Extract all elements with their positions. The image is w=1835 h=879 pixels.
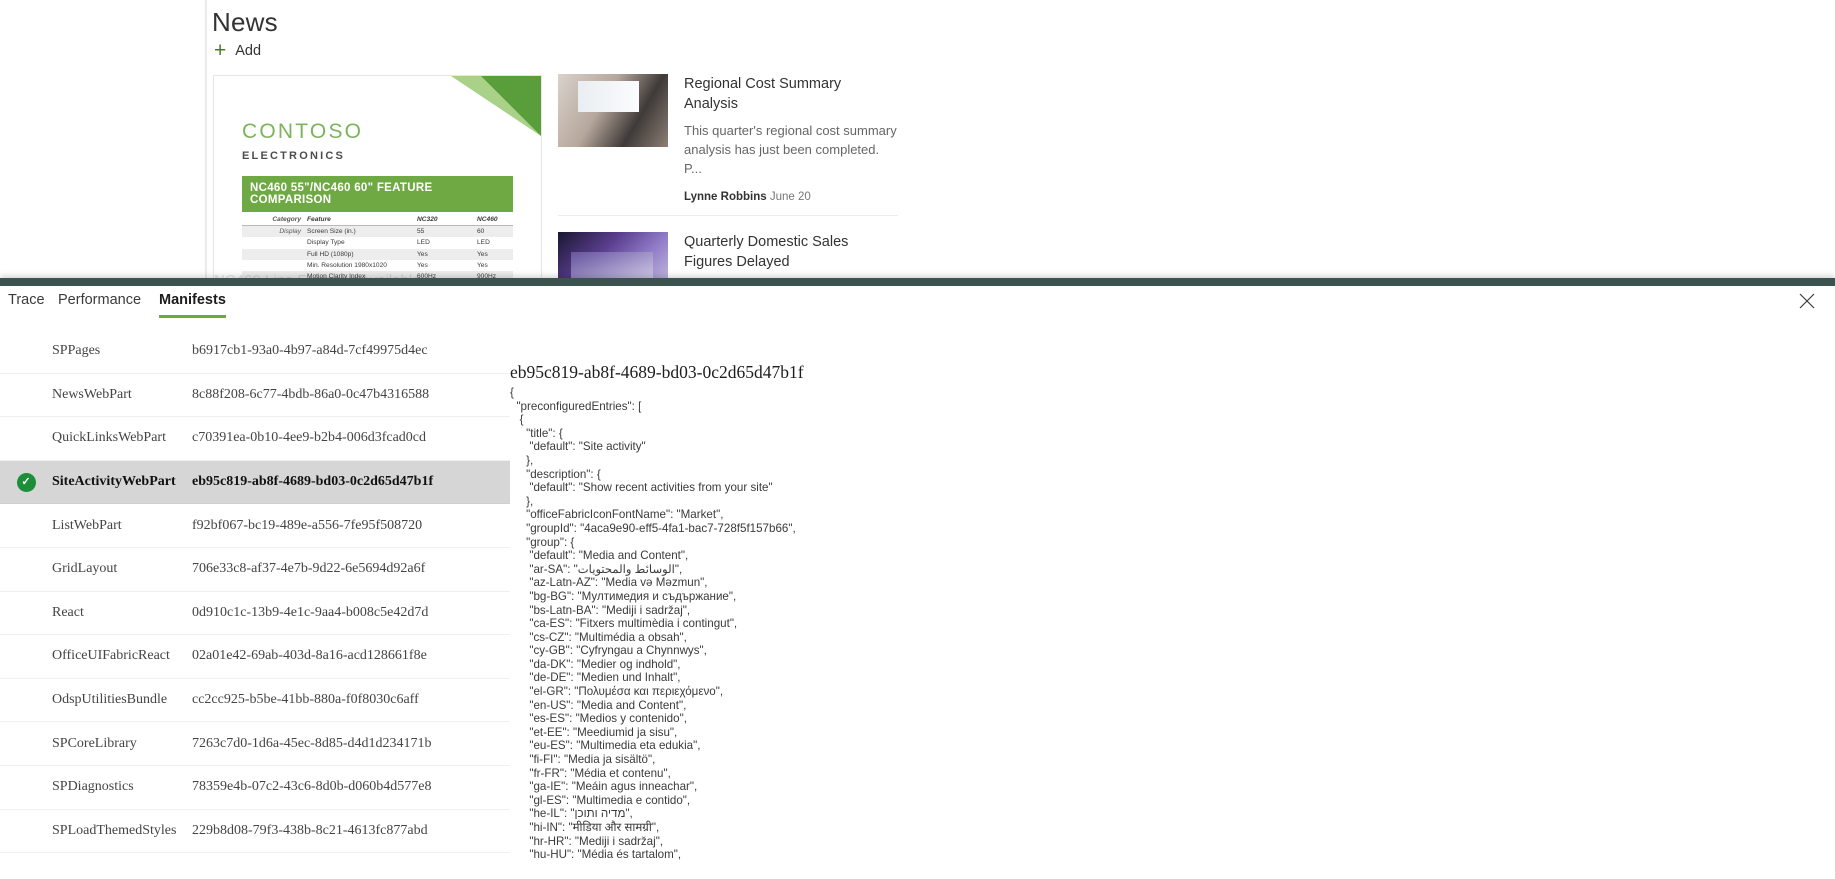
manifest-id: b6917cb1-93a0-4b97-a84d-7cf49975d4ec bbox=[192, 343, 428, 359]
feature-table-cell: LED bbox=[417, 239, 430, 247]
tab-manifests[interactable]: Manifests bbox=[159, 292, 226, 318]
manifest-id: eb95c819-ab8f-4689-bd03-0c2d65d47b1f bbox=[192, 474, 434, 490]
manifest-name: OdspUtilitiesBundle bbox=[52, 692, 168, 708]
manifest-name: QuickLinksWebPart bbox=[52, 430, 166, 446]
manifest-id: 7263c7d0-1d6a-45ec-8d85-d4d1d234171b bbox=[192, 735, 432, 751]
news-item-date: June 20 bbox=[769, 191, 811, 203]
feature-table-cell: Yes bbox=[477, 261, 488, 269]
manifest-name: SPLoadThemedStyles bbox=[52, 822, 177, 838]
manifests-table[interactable]: SPPages b6917cb1-93a0-4b97-a84d-7cf49975d… bbox=[0, 330, 510, 879]
workbench-overlay-panel: Trace Performance Manifests SPPages b6917… bbox=[0, 278, 1835, 879]
manifest-id: 8c88f208-6c77-4bdb-86a0-0c47b4316588 bbox=[192, 386, 430, 402]
manifest-detail-panel: eb95c819-ab8f-4689-bd03-0c2d65d47b1f { "… bbox=[510, 330, 1835, 879]
feature-table-row: Min. Resolution 1980x1020 Yes Yes bbox=[242, 260, 513, 271]
table-row[interactable]: SPLoadThemedStyles 229b8d08-79f3-438b-8c2… bbox=[0, 810, 510, 854]
manifest-name: SPDiagnostics bbox=[52, 779, 134, 795]
check-circle-icon: ✓ bbox=[16, 472, 36, 492]
table-row[interactable]: NewsWebPart 8c88f208-6c77-4bdb-86a0-0c47b… bbox=[0, 374, 510, 418]
table-row[interactable]: OfficeUIFabricReact 02a01e42-69ab-403d-8a… bbox=[0, 635, 510, 679]
feature-table-row: Display Screen Size (in.) 55 60 bbox=[242, 225, 513, 238]
overlay-tabs: Trace Performance Manifests bbox=[0, 286, 1835, 330]
manifest-name: SiteActivityWebPart bbox=[52, 474, 176, 490]
feature-table-cell bbox=[242, 237, 304, 248]
manifest-name: GridLayout bbox=[52, 561, 118, 577]
feature-table-cell: Yes bbox=[417, 250, 428, 258]
feature-table-header-row: Category Feature NC320 NC460 bbox=[242, 214, 513, 227]
feature-table-cell: Full HD (1080p) bbox=[307, 250, 354, 258]
table-row[interactable]: QuickLinksWebPart c70391ea-0b10-4ee9-b2b4… bbox=[0, 417, 510, 461]
news-item-body: Regional Cost Summary Analysis This quart… bbox=[684, 74, 898, 203]
feature-table-row: Display Type LED LED bbox=[242, 237, 513, 248]
hero-document-preview: CONTOSO ELECTRONICS NC460 55"/NC460 60" … bbox=[214, 76, 541, 289]
manifest-id: 0d910c1c-13b9-4e1c-9aa4-b008c5e42d7d bbox=[192, 604, 429, 620]
table-row[interactable]: SPPages b6917cb1-93a0-4b97-a84d-7cf49975d… bbox=[0, 330, 510, 374]
table-row[interactable]: SPDiagnostics 78359e4b-07c2-43c6-8d0b-d06… bbox=[0, 766, 510, 810]
news-item-title: Regional Cost Summary Analysis bbox=[684, 76, 842, 112]
feature-table-cell: LED bbox=[477, 239, 490, 247]
tab-trace[interactable]: Trace bbox=[8, 292, 45, 316]
table-row[interactable]: SPCoreLibrary 7263c7d0-1d6a-45ec-8d85-d4d… bbox=[0, 722, 510, 766]
overlay-top-accent-bar bbox=[0, 278, 1835, 286]
news-item-author: Lynne Robbins bbox=[684, 191, 767, 203]
app-root: News + Add CONTOSO ELECTRONICS NC460 55"… bbox=[0, 0, 1835, 879]
close-icon[interactable] bbox=[1796, 290, 1818, 312]
manifest-name: React bbox=[52, 604, 84, 620]
manifest-name: NewsWebPart bbox=[52, 386, 132, 402]
feature-table-cell: Min. Resolution 1980x1020 bbox=[307, 261, 387, 269]
manifest-id: 706e33c8-af37-4e7b-9d22-6e5694d92a6f bbox=[192, 561, 426, 577]
plus-icon: + bbox=[214, 39, 227, 62]
manifest-name: ListWebPart bbox=[52, 517, 122, 533]
feature-table-header: NC460 bbox=[474, 214, 513, 227]
feature-table-cell: Display Type bbox=[307, 239, 345, 247]
news-heading: News bbox=[212, 7, 278, 37]
table-row[interactable]: ✓ SiteActivityWebPart eb95c819-ab8f-4689-b… bbox=[0, 460, 510, 505]
feature-table-header: Category bbox=[242, 214, 304, 227]
news-hero-card[interactable]: CONTOSO ELECTRONICS NC460 55"/NC460 60" … bbox=[213, 75, 542, 290]
left-rail bbox=[0, 0, 206, 325]
add-news-button[interactable]: + Add bbox=[214, 40, 261, 61]
news-thumbnail bbox=[558, 74, 668, 147]
feature-table-cell: Display bbox=[279, 228, 301, 236]
manifest-id: 78359e4b-07c2-43c6-8d0b-d060b4d577e8 bbox=[192, 779, 432, 795]
corner-accent-dark bbox=[481, 76, 541, 136]
table-row[interactable]: ListWebPart f92bf067-bc19-489e-a556-7fe95… bbox=[0, 504, 510, 548]
feature-table-cell: Yes bbox=[477, 250, 488, 258]
feature-comparison-banner: NC460 55"/NC460 60" FEATURE COMPARISON bbox=[242, 176, 513, 212]
table-row[interactable]: OdspUtilitiesBundle cc2cc925-b5be-41bb-88… bbox=[0, 679, 510, 723]
feature-table-cell bbox=[242, 249, 304, 260]
add-news-label: Add bbox=[235, 42, 262, 59]
contoso-sub-brand: ELECTRONICS bbox=[242, 150, 346, 162]
table-row[interactable]: GridLayout 706e33c8-af37-4e7b-9d22-6e5694… bbox=[0, 548, 510, 592]
feature-table-cell: Yes bbox=[417, 261, 428, 269]
manifest-selected-indicator: ✓ bbox=[0, 472, 52, 492]
feature-table-row: Full HD (1080p) Yes Yes bbox=[242, 248, 513, 260]
manifest-id: c70391ea-0b10-4ee9-b2b4-006d3fcad0cd bbox=[192, 430, 427, 446]
manifest-id: f92bf067-bc19-489e-a556-7fe95f508720 bbox=[192, 517, 423, 533]
feature-table-header: NC320 bbox=[414, 214, 474, 227]
feature-table-cell bbox=[242, 260, 304, 271]
manifest-name: OfficeUIFabricReact bbox=[52, 648, 170, 664]
table-row[interactable]: React 0d910c1c-13b9-4e1c-9aa4-b008c5e42d7… bbox=[0, 592, 510, 636]
manifest-id: 229b8d08-79f3-438b-8c21-4613fc877abd bbox=[192, 822, 428, 838]
manifest-json-content[interactable]: { "preconfiguredEntries": [ { "title": {… bbox=[510, 386, 1835, 879]
manifest-id: cc2cc925-b5be-41bb-880a-f0f8030c6aff bbox=[192, 692, 419, 708]
news-item-description: This quarter's regional cost summary ana… bbox=[684, 123, 897, 176]
news-item-meta: Lynne Robbins June 20 bbox=[684, 191, 898, 203]
feature-table-cell: Screen Size (in.) bbox=[307, 228, 356, 236]
manifest-name: SPCoreLibrary bbox=[52, 735, 137, 751]
manifest-detail-guid: eb95c819-ab8f-4689-bd03-0c2d65d47b1f bbox=[510, 362, 804, 382]
feature-table-cell: 55 bbox=[417, 228, 425, 236]
feature-table-header: Feature bbox=[304, 214, 414, 227]
tab-performance[interactable]: Performance bbox=[58, 292, 141, 316]
manifest-id: 02a01e42-69ab-403d-8a16-acd128661f8e bbox=[192, 648, 427, 664]
news-list-item[interactable]: Regional Cost Summary Analysis This quart… bbox=[558, 68, 898, 215]
feature-table-cell: 60 bbox=[477, 228, 485, 236]
manifest-name: SPPages bbox=[52, 343, 101, 359]
news-item-title: Quarterly Domestic Sales Figures Delayed bbox=[684, 234, 849, 270]
